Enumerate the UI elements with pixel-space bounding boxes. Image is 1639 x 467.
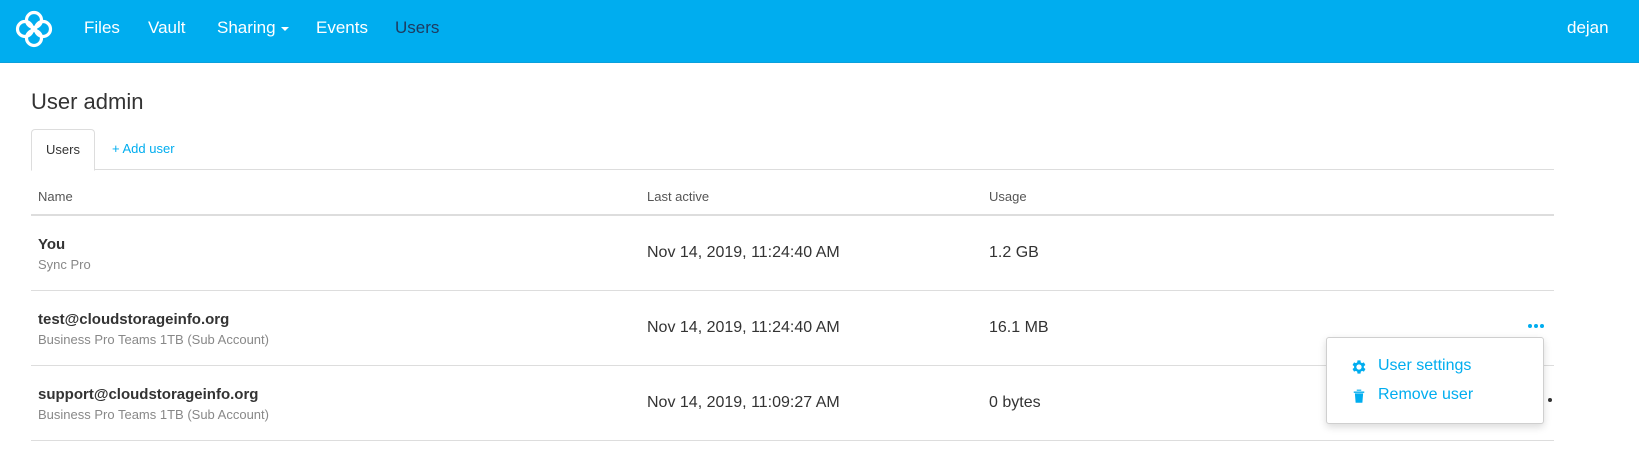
last-active-value: Nov 14, 2019, 11:24:40 AM xyxy=(647,244,840,261)
more-dots-icon xyxy=(1534,324,1538,328)
header-name[interactable]: Name xyxy=(38,189,73,204)
nav-events[interactable]: Events xyxy=(316,18,368,38)
user-cell: support@cloudstorageinfo.org Business Pr… xyxy=(38,386,269,423)
remove-user-label: Remove user xyxy=(1378,386,1474,403)
tab-bar: Users + Add user xyxy=(31,129,1554,171)
more-dots-icon xyxy=(1540,324,1544,328)
page-title: User admin xyxy=(31,89,144,114)
user-name: test@cloudstorageinfo.org xyxy=(38,311,230,328)
sync-logo-icon[interactable] xyxy=(14,9,54,49)
usage-value: 1.2 GB xyxy=(989,244,1039,261)
nav-sharing[interactable]: Sharing xyxy=(217,18,289,38)
usage-value: 16.1 MB xyxy=(989,319,1049,336)
header-last-active[interactable]: Last active xyxy=(647,189,709,204)
last-active-value: Nov 14, 2019, 11:24:40 AM xyxy=(647,319,840,336)
top-navbar: Files Vault Sharing Events Users dejan xyxy=(0,0,1639,63)
table-row[interactable]: You Sync Pro Nov 14, 2019, 11:24:40 AM 1… xyxy=(31,216,1554,291)
trash-icon xyxy=(1353,389,1365,403)
nav-users[interactable]: Users xyxy=(395,18,439,38)
last-active-value: Nov 14, 2019, 11:09:27 AM xyxy=(647,394,840,411)
table-header: Name Last active Usage xyxy=(31,180,1554,216)
row-options-button[interactable] xyxy=(1528,321,1546,331)
user-plan: Sync Pro xyxy=(38,257,91,272)
usage-value: 0 bytes xyxy=(989,394,1041,411)
user-name: support@cloudstorageinfo.org xyxy=(38,386,259,403)
user-name: You xyxy=(38,236,66,253)
header-usage[interactable]: Usage xyxy=(989,189,1027,204)
nav-files[interactable]: Files xyxy=(84,18,120,38)
row-options-button-partial[interactable] xyxy=(1548,398,1552,402)
caret-down-icon xyxy=(280,26,289,31)
user-cell: You Sync Pro xyxy=(38,236,91,273)
nav-sharing-label: Sharing xyxy=(217,18,276,37)
user-plan: Business Pro Teams 1TB (Sub Account) xyxy=(38,332,269,347)
user-settings-label: User settings xyxy=(1378,357,1472,374)
remove-user-menu-item[interactable]: Remove user xyxy=(1350,386,1530,406)
user-menu[interactable]: dejan xyxy=(1567,18,1639,38)
tab-users[interactable]: Users xyxy=(31,129,95,171)
user-plan: Business Pro Teams 1TB (Sub Account) xyxy=(38,407,269,422)
nav-vault[interactable]: Vault xyxy=(148,18,186,38)
gear-icon xyxy=(1352,360,1366,374)
user-settings-menu-item[interactable]: User settings xyxy=(1350,357,1530,377)
row-options-menu: User settings Remove user xyxy=(1326,337,1544,424)
more-dots-icon xyxy=(1528,324,1532,328)
add-user-link[interactable]: + Add user xyxy=(112,129,175,169)
user-cell: test@cloudstorageinfo.org Business Pro T… xyxy=(38,311,269,348)
